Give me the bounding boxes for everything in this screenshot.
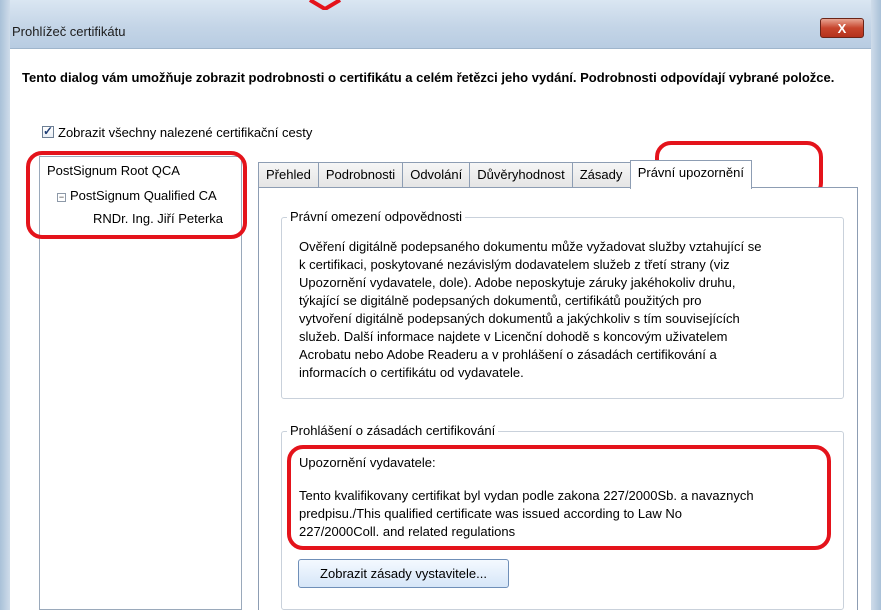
- legal-line: informacích o certifikátu od vydavatele.: [299, 365, 524, 380]
- tab-details[interactable]: Podrobnosti: [317, 162, 404, 188]
- highlight-issuer-notice: [287, 445, 831, 550]
- tab-revocation[interactable]: Odvolání: [402, 162, 471, 188]
- legal-line: Ověření digitálně podepsaného dokumentu …: [299, 239, 762, 254]
- tab-strip: Přehled Podrobnosti Odvolání Důvěryhodno…: [258, 160, 752, 189]
- certificate-viewer-window: Prohlížeč certifikátu X Tento dialog vám…: [0, 0, 881, 610]
- legal-disclaimer-text: Ověření digitálně podepsaného dokumentu …: [299, 238, 762, 382]
- legal-line: Upozornění vydavatele, dole). Adobe nepo…: [299, 275, 736, 290]
- legal-line: týkající se digitálně podepsaných dokume…: [299, 293, 702, 308]
- window-title: Prohlížeč certifikátu: [12, 24, 126, 39]
- title-bar[interactable]: Prohlížeč certifikátu X: [0, 0, 881, 49]
- close-button[interactable]: X: [820, 18, 864, 38]
- legal-line: k certifikaci, poskytované nezávislým do…: [299, 257, 730, 272]
- annotation-arrow-icon: [308, 0, 342, 10]
- show-all-paths-checkbox[interactable]: ✓: [42, 124, 54, 138]
- tab-policies[interactable]: Zásady: [571, 162, 631, 188]
- show-all-paths-row[interactable]: ✓ Zobrazit všechny nalezené certifikační…: [42, 124, 312, 140]
- view-issuer-policy-button[interactable]: Zobrazit zásady vystavitele...: [298, 559, 509, 588]
- check-mark-icon: ✓: [43, 124, 54, 138]
- legal-line: vytvoření digitálně podepsaných dokument…: [299, 311, 740, 326]
- highlight-tree: [26, 151, 247, 239]
- legal-line: Acrobatu nebo Adobe Readeru a v prohláše…: [299, 347, 717, 362]
- window-frame-left: [0, 0, 10, 610]
- tab-legal-notice[interactable]: Právní upozornění: [629, 160, 752, 189]
- policy-statement-title: Prohlášení o zásadách certifikování: [287, 423, 499, 438]
- legal-line: služeb. Další informace najdete v Licenč…: [299, 329, 728, 344]
- tab-overview[interactable]: Přehled: [258, 162, 319, 188]
- window-frame-right: [871, 0, 881, 610]
- show-all-paths-label: Zobrazit všechny nalezené certifikační c…: [58, 124, 313, 140]
- tab-trust[interactable]: Důvěryhodnost: [469, 162, 573, 188]
- legal-disclaimer-title: Právní omezení odpovědnosti: [287, 209, 465, 224]
- intro-text: Tento dialog vám umožňuje zobrazit podro…: [22, 70, 835, 85]
